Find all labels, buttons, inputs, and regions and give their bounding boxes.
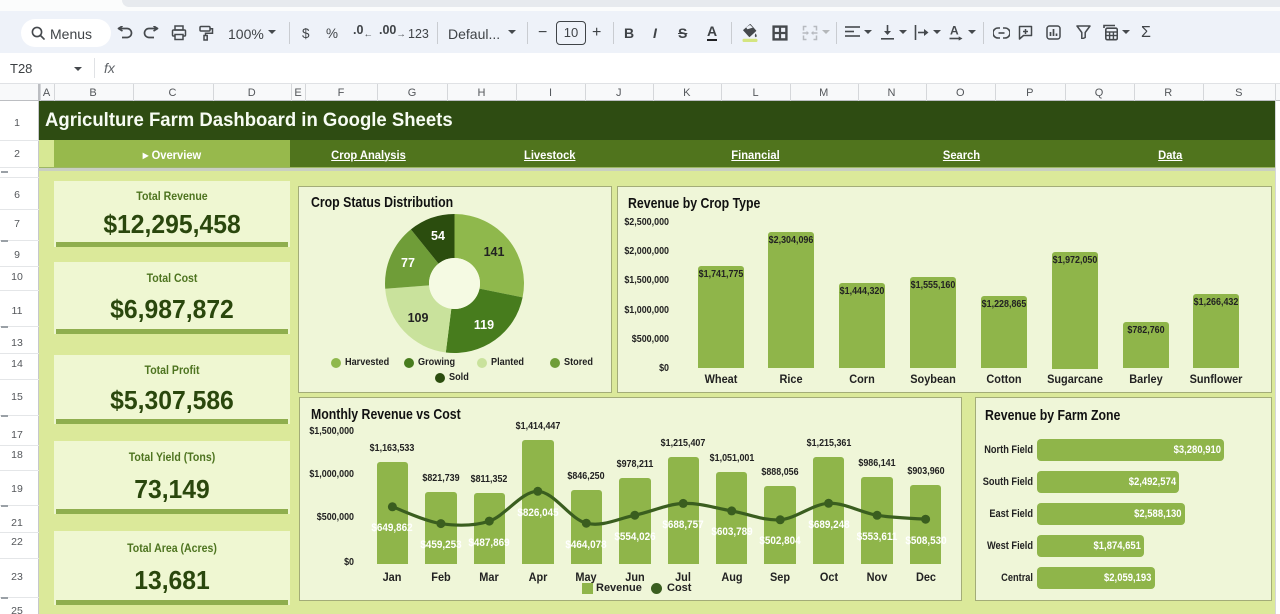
- svg-text:109: 109: [408, 311, 429, 325]
- svg-text:141: 141: [484, 245, 505, 259]
- svg-text:77: 77: [401, 256, 415, 270]
- svg-text:A: A: [950, 24, 959, 38]
- svg-text:119: 119: [474, 318, 494, 332]
- svg-text:54: 54: [431, 229, 445, 243]
